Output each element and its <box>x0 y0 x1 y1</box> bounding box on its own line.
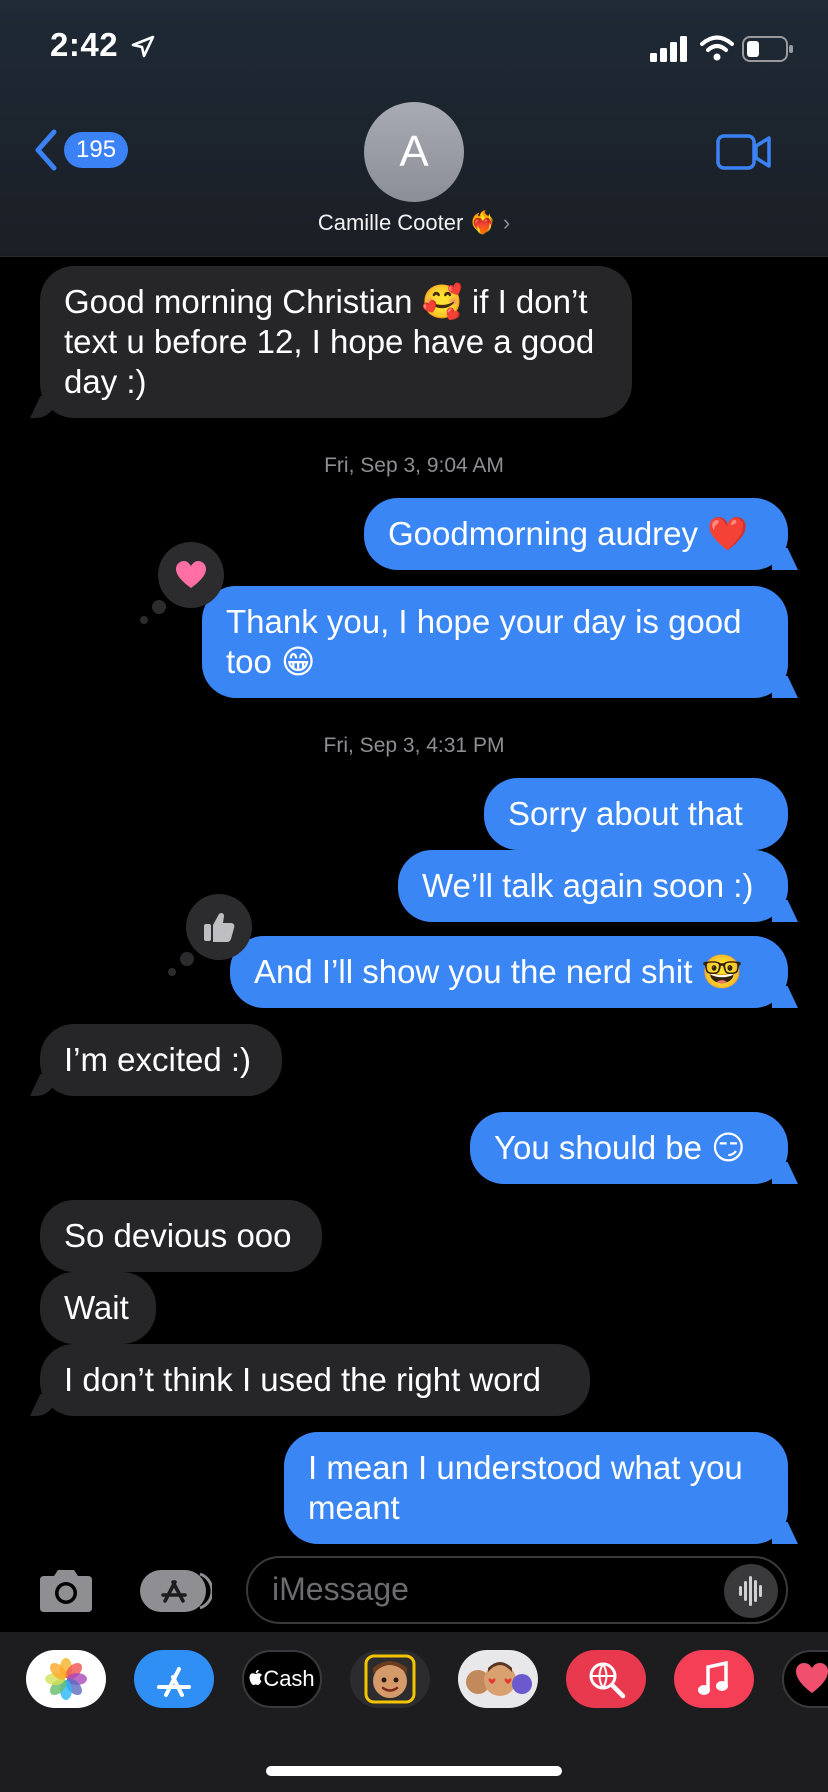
message-text: Thank you, I hope your day is good too 😁 <box>226 603 742 680</box>
contact-name: Camille Cooter ❤️‍🔥 <box>317 210 497 235</box>
back-button[interactable]: 195 <box>32 128 129 172</box>
message-outgoing[interactable]: Goodmorning audrey ❤️ <box>364 498 788 570</box>
heart-tapback[interactable] <box>140 542 224 624</box>
unread-count-badge: 195 <box>64 132 129 168</box>
input-placeholder: iMessage <box>272 1571 409 1607</box>
chevron-right-icon: › <box>502 210 511 235</box>
message-text: We’ll talk again soon :) <box>422 867 754 904</box>
magnifying-globe-icon <box>589 1662 626 1699</box>
app-store-icon[interactable] <box>134 1650 214 1708</box>
message-text: Good morning Christian 🥰 if I don’t text… <box>64 283 595 400</box>
message-incoming[interactable]: So devious ooo <box>40 1200 322 1272</box>
apple-cash-label: Cash <box>249 1666 315 1692</box>
facetime-video-icon[interactable] <box>716 132 772 172</box>
message-incoming[interactable]: Wait <box>40 1272 156 1344</box>
camera-icon[interactable] <box>36 1568 96 1614</box>
sticker-faces-icon <box>466 1662 532 1696</box>
message-text: I don’t think I used the right word <box>64 1361 541 1398</box>
memoji-face-icon <box>364 1654 416 1704</box>
app-store-a-icon <box>157 1667 191 1697</box>
battery-icon <box>742 36 793 62</box>
photos-icon[interactable] <box>26 1650 106 1708</box>
message-text: You should be 😏 <box>494 1129 746 1166</box>
heart-icon <box>176 561 206 588</box>
cellular-signal-icon <box>650 36 687 62</box>
contact-avatar[interactable]: A <box>364 102 464 202</box>
music-icon[interactable] <box>674 1650 754 1708</box>
waveform-icon <box>739 1576 762 1606</box>
audio-message-button[interactable] <box>724 1564 778 1618</box>
status-time: 2:42 <box>50 26 119 63</box>
chevron-left-icon <box>35 129 57 171</box>
apple-logo-icon <box>249 1669 263 1685</box>
message-incoming[interactable]: Good morning Christian 🥰 if I don’t text… <box>40 266 632 418</box>
heart-touch-icon <box>796 1663 828 1693</box>
contact-name-button[interactable]: Camille Cooter ❤️‍🔥 › <box>0 210 828 236</box>
apple-cash-icon[interactable]: Cash <box>242 1650 322 1708</box>
message-text: Goodmorning audrey ❤️ <box>388 515 749 552</box>
message-text: I mean I understood what you meant <box>308 1449 743 1526</box>
animoji-stickers-icon[interactable] <box>458 1650 538 1708</box>
message-outgoing[interactable]: I mean I understood what you meant <box>284 1432 788 1544</box>
message-text: I’m excited :) <box>64 1041 252 1078</box>
message-text: So devious ooo <box>64 1217 292 1254</box>
message-outgoing[interactable]: Thank you, I hope your day is good too 😁 <box>202 586 788 698</box>
photos-flower-icon <box>45 1658 87 1700</box>
imessage-input[interactable]: iMessage <box>246 1556 788 1624</box>
message-text: Sorry about that <box>508 795 743 832</box>
home-indicator[interactable] <box>266 1766 562 1776</box>
location-arrow-icon <box>131 35 155 58</box>
message-thread[interactable]: Good morning Christian 🥰 if I don’t text… <box>0 256 828 1546</box>
message-text: Wait <box>64 1289 129 1326</box>
conversation-header: 2:42 195 A Camille Cooter ❤️‍🔥 › <box>0 0 828 257</box>
timestamp: Fri, Sep 3, 9:04 AM <box>324 454 504 477</box>
message-outgoing[interactable]: We’ll talk again soon :) <box>398 850 788 922</box>
message-outgoing[interactable]: You should be 😏 <box>470 1112 788 1184</box>
thumbs-up-tapback[interactable] <box>168 894 252 976</box>
wifi-icon <box>700 35 734 61</box>
avatar-initial: A <box>399 127 429 176</box>
timestamp: Fri, Sep 3, 4:31 PM <box>323 734 505 757</box>
message-outgoing[interactable]: And I’ll show you the nerd shit 🤓 <box>230 936 788 1008</box>
message-incoming[interactable]: I don’t think I used the right word <box>40 1344 590 1416</box>
message-outgoing[interactable]: Sorry about that <box>484 778 788 850</box>
music-note-icon <box>698 1660 728 1695</box>
memoji-icon[interactable] <box>350 1650 430 1708</box>
app-store-apps-icon[interactable] <box>138 1568 212 1614</box>
message-incoming[interactable]: I’m excited :) <box>40 1024 282 1096</box>
message-text: And I’ll show you the nerd shit 🤓 <box>254 953 743 990</box>
thumbs-up-icon <box>204 912 235 942</box>
image-search-icon[interactable] <box>566 1650 646 1708</box>
